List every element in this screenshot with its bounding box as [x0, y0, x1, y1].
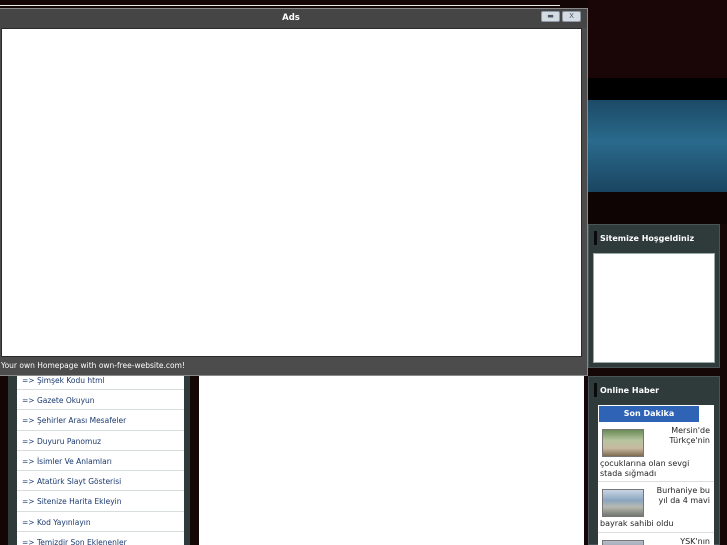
news-widget-title: Online Haber	[589, 377, 719, 403]
left-menu: => Şimşek Kodu html => Gazete Okuyun => …	[17, 370, 184, 545]
menu-item[interactable]: => Sitenize Harita Ekleyin	[17, 491, 184, 512]
popup-footer-link[interactable]: Your own Homepage with own-free-website.…	[1, 361, 185, 370]
menu-item[interactable]: => Duyuru Panomuz	[17, 431, 184, 451]
popup-window-controls: ▬ X	[541, 11, 581, 23]
menu-item[interactable]: => Temizdir Son Eklenenler	[17, 532, 184, 545]
news-item[interactable]: Mersin'de Türkçe'nin çocuklarına olan se…	[598, 422, 714, 482]
popup-top-line	[0, 5, 560, 6]
main-content	[199, 370, 584, 545]
menu-item[interactable]: => Atatürk Slayt Gösterisi	[17, 471, 184, 492]
ads-popup[interactable]: Ads ▬ X Your own Homepage with own-free-…	[0, 8, 588, 376]
news-thumbnail[interactable]	[602, 429, 644, 457]
news-widget: Online Haber Son Dakika Mersin'de Türkçe…	[588, 376, 720, 545]
news-widget-body: Son Dakika Mersin'de Türkçe'nin çocuklar…	[598, 405, 714, 545]
header-black-band	[588, 78, 727, 100]
popup-content[interactable]	[1, 28, 582, 357]
menu-item[interactable]: => İsimler Ve Anlamları	[17, 451, 184, 472]
menu-item[interactable]: => Şehirler Arası Mesafeler	[17, 410, 184, 431]
news-item-continuation[interactable]: çocuklarına olan sevgi stada sığmadı	[600, 459, 712, 478]
menu-item[interactable]: => Kod Yayınlayın	[17, 512, 184, 533]
welcome-widget: Sitemize Hoşgeldiniz	[588, 224, 720, 368]
left-edge	[0, 370, 8, 545]
menu-item[interactable]: => Gazete Okuyun	[17, 390, 184, 411]
son-dakika-header[interactable]: Son Dakika	[599, 406, 699, 422]
news-thumbnail[interactable]	[602, 539, 644, 545]
news-item[interactable]: Burhaniye bu yıl da 4 mavi bayrak sahibi…	[598, 482, 714, 533]
welcome-widget-title: Sitemize Hoşgeldiniz	[589, 225, 719, 251]
header-bottom-band	[588, 192, 727, 224]
news-thumbnail[interactable]	[602, 489, 644, 517]
news-item-continuation[interactable]: bayrak sahibi oldu	[600, 519, 712, 529]
header-banner	[588, 100, 727, 192]
page: Sitemize Hoşgeldiniz Online Haber Son Da…	[0, 0, 727, 545]
welcome-widget-body	[593, 253, 715, 363]
close-button[interactable]: X	[562, 11, 581, 22]
popup-title: Ads	[282, 13, 300, 23]
news-item[interactable]: YSK'nın	[598, 533, 714, 545]
header-dark-band	[588, 0, 727, 78]
minimize-button[interactable]: ▬	[541, 11, 560, 22]
popup-top-strip	[0, 0, 588, 8]
